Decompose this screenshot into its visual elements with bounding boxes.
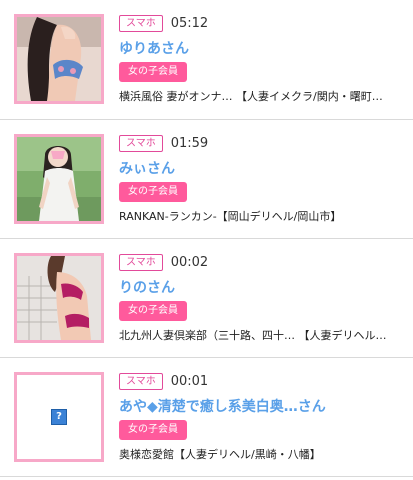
platform-badge: スマホ <box>119 134 163 152</box>
profile-photo[interactable] <box>14 253 104 343</box>
shop-name[interactable]: 北九州人妻倶楽部（三十路、四十… 【人妻デリヘル… <box>119 327 413 343</box>
profile-photo[interactable] <box>14 134 104 224</box>
platform-badge: スマホ <box>119 253 163 271</box>
girl-name-link[interactable]: ゆりあさん <box>119 38 413 58</box>
access-time: 01:59 <box>170 135 209 151</box>
member-badge: 女の子会員 <box>119 420 187 440</box>
girl-name-link[interactable]: みぃさん <box>119 158 413 178</box>
shop-name[interactable]: 横浜風俗 妻がオンナ… 【人妻イメクラ/関内・曙町… <box>119 88 413 104</box>
list-item[interactable]: スマホ 00:02 りのさん 女の子会員 北九州人妻倶楽部（三十路、四十… 【人… <box>0 239 413 358</box>
list-item[interactable]: ? スマホ 00:01 あや◆清楚で癒し系美白奥…さん 女の子会員 奥様恋愛館【… <box>0 358 413 477</box>
entry-details: スマホ 00:02 りのさん 女の子会員 北九州人妻倶楽部（三十路、四十… 【人… <box>119 253 413 343</box>
entry-details: スマホ 05:12 ゆりあさん 女の子会員 横浜風俗 妻がオンナ… 【人妻イメク… <box>119 14 413 104</box>
member-access-list: スマホ 05:12 ゆりあさん 女の子会員 横浜風俗 妻がオンナ… 【人妻イメク… <box>0 0 413 477</box>
entry-details: スマホ 00:01 あや◆清楚で癒し系美白奥…さん 女の子会員 奥様恋愛館【人妻… <box>119 372 413 462</box>
access-time: 00:01 <box>170 373 209 389</box>
list-item[interactable]: スマホ 01:59 みぃさん 女の子会員 RANKAN-ランカン-【岡山デリヘル… <box>0 120 413 239</box>
member-badge: 女の子会員 <box>119 301 187 321</box>
list-item[interactable]: スマホ 05:12 ゆりあさん 女の子会員 横浜風俗 妻がオンナ… 【人妻イメク… <box>0 0 413 120</box>
profile-photo-placeholder[interactable]: ? <box>14 372 104 462</box>
access-time: 05:12 <box>170 15 209 31</box>
entry-details: スマホ 01:59 みぃさん 女の子会員 RANKAN-ランカン-【岡山デリヘル… <box>119 134 413 224</box>
girl-name-link[interactable]: りのさん <box>119 277 413 297</box>
platform-badge: スマホ <box>119 372 163 390</box>
member-badge: 女の子会員 <box>119 62 187 82</box>
shop-name[interactable]: RANKAN-ランカン-【岡山デリヘル/岡山市】 <box>119 208 413 224</box>
platform-badge: スマホ <box>119 14 163 32</box>
member-badge: 女の子会員 <box>119 182 187 202</box>
access-time: 00:02 <box>170 254 209 270</box>
profile-photo[interactable] <box>14 14 104 104</box>
shop-name[interactable]: 奥様恋愛館【人妻デリヘル/黒崎・八幡】 <box>119 446 413 462</box>
broken-image-icon: ? <box>51 409 67 425</box>
girl-name-link[interactable]: あや◆清楚で癒し系美白奥…さん <box>119 396 413 416</box>
